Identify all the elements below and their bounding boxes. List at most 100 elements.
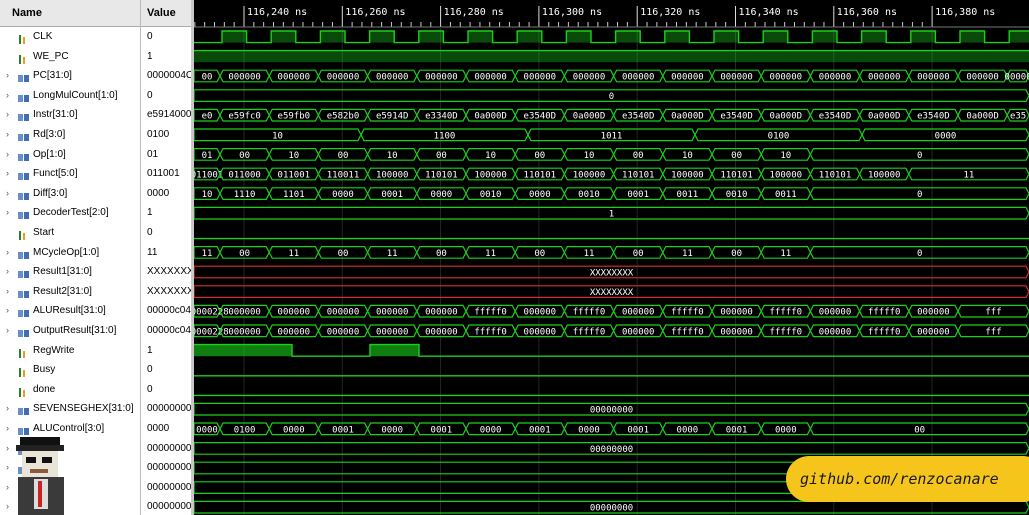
- signal-row[interactable]: › Rd[3:0]: [0, 125, 140, 144]
- signal-row[interactable]: › Op[1:0]: [0, 145, 140, 164]
- signal-row[interactable]: CLK: [0, 27, 140, 46]
- signal-name: OutputResult[31:0]: [33, 325, 117, 336]
- bus-segment-label: 10: [780, 151, 791, 161]
- expand-caret-icon[interactable]: ›: [6, 262, 14, 281]
- signal-row[interactable]: Start: [0, 223, 140, 242]
- bus-segment-label: fffff0: [868, 308, 901, 318]
- signal-row[interactable]: RegWrite: [0, 341, 140, 360]
- expand-caret-icon[interactable]: ›: [6, 164, 14, 183]
- signal-row[interactable]: Busy: [0, 360, 140, 379]
- signal-row[interactable]: › Funct[5:0]: [0, 164, 140, 183]
- signal-value-row: 00000000: [141, 478, 191, 497]
- bus-segment-label: 110101: [622, 171, 655, 181]
- expand-caret-icon[interactable]: ›: [6, 203, 14, 222]
- expand-caret-icon[interactable]: ›: [6, 184, 14, 203]
- bus-segment-label: 000000: [622, 308, 655, 318]
- signal-value: 0100: [147, 129, 170, 140]
- signal-row[interactable]: › MCycleOp[1:0]: [0, 243, 140, 262]
- signal-row[interactable]: › SEVENSEGHEX[31:0]: [0, 399, 140, 418]
- bus-segment-label: 000000: [327, 308, 360, 318]
- signal-value-row: 1: [141, 47, 191, 66]
- bus-segment-label: 000000: [327, 73, 360, 83]
- signal-row[interactable]: done: [0, 380, 140, 399]
- bus-segment-label: 000000: [278, 73, 311, 83]
- timeline-tick-label: 116,240 ns: [247, 7, 307, 18]
- signal-row[interactable]: WE_PC: [0, 47, 140, 66]
- signal-name: ALUResult[31:0]: [33, 305, 106, 317]
- bus-segment-label: e3540D: [917, 112, 950, 122]
- clock-high-fill: [468, 31, 493, 43]
- signal-name: Diff[3:0]: [33, 187, 68, 199]
- bus-segment-label: 11: [682, 249, 693, 259]
- bus-segment-label: 0001: [431, 425, 453, 435]
- signal-row[interactable]: › ALUResult[31:0]: [0, 301, 140, 320]
- signal-row[interactable]: › Result1[31:0]: [0, 262, 140, 281]
- signal-name: RegWrite: [33, 344, 75, 356]
- bus-segment-label: 100000: [770, 171, 803, 181]
- signal-value: 0000: [147, 187, 170, 199]
- bus-segment-label: 11: [963, 171, 974, 181]
- bit-waveform: [194, 30, 1029, 44]
- expand-caret-icon[interactable]: ›: [6, 243, 14, 262]
- signal-row[interactable]: › Result2[31:0]: [0, 282, 140, 301]
- signal-value: 0: [147, 227, 153, 238]
- github-badge[interactable]: github.com/renzocanare: [786, 456, 1029, 502]
- value-column-header[interactable]: Value: [141, 0, 191, 27]
- bus-segment-label: 110011: [327, 171, 360, 181]
- signal-name: ALUControl[3:0]: [33, 423, 105, 434]
- signal-row[interactable]: › LongMulCount[1:0]: [0, 86, 140, 105]
- signal-row[interactable]: › PC[31:0]: [0, 66, 140, 85]
- bus-icon: [18, 71, 29, 83]
- expand-caret-icon[interactable]: ›: [6, 86, 14, 105]
- signal-value: XXXXXXXX: [147, 266, 191, 278]
- waveform-canvas[interactable]: 116,240 ns 116,260 ns 116,280 ns 116,300 ns…: [194, 0, 1029, 515]
- name-column-header[interactable]: Name: [0, 0, 140, 27]
- expand-caret-icon[interactable]: ›: [6, 399, 14, 418]
- bus-segment-label: XXXXXXXX: [590, 269, 634, 279]
- signal-value: 0: [147, 364, 153, 376]
- signal-row[interactable]: › Instr[31:0]: [0, 105, 140, 124]
- signal-row[interactable]: › OutputResult[31:0]: [0, 321, 140, 340]
- expand-caret-icon[interactable]: ›: [6, 66, 14, 85]
- clock-high-fill: [960, 31, 985, 43]
- bus-segment-label: 00000000: [590, 406, 633, 416]
- signal-value: e5914000: [147, 109, 191, 121]
- bus-segment-label: 00: [633, 151, 644, 161]
- bus-segment-label: 0000: [196, 425, 218, 435]
- signal-row[interactable]: › ALUControl[3:0]: [0, 419, 140, 438]
- bus-segment-label: fffff0: [671, 327, 704, 337]
- expand-caret-icon[interactable]: ›: [6, 419, 14, 438]
- bus-segment-label: 10: [288, 151, 299, 161]
- expand-caret-icon[interactable]: ›: [6, 105, 14, 124]
- signal-value: 00000000: [147, 442, 191, 454]
- signal-value: 00000000: [147, 462, 191, 474]
- bus-segment-label: 00: [731, 249, 742, 259]
- bus-segment-label: 0000: [332, 190, 354, 200]
- clock-high-fill: [418, 31, 444, 43]
- expand-caret-icon[interactable]: ›: [6, 282, 14, 301]
- expand-caret-icon[interactable]: ›: [6, 125, 14, 144]
- bit-icon: [18, 365, 28, 378]
- bus-segment-label: fffff0: [671, 308, 704, 318]
- signal-value: 00000000: [147, 501, 191, 513]
- bus-segment-label: 0000: [578, 425, 600, 435]
- expand-caret-icon[interactable]: ›: [6, 321, 14, 340]
- bus-segment-label: 0001: [529, 425, 551, 435]
- bit-waveform: [194, 343, 1029, 357]
- clock-high-fill: [664, 31, 690, 43]
- expand-caret-icon[interactable]: ›: [6, 145, 14, 164]
- signal-row[interactable]: › DecoderTest[2:0]: [0, 203, 140, 222]
- signal-value-row: 0000004C: [141, 66, 191, 85]
- bus-icon: [18, 306, 29, 318]
- signal-value-panel: Value 0 1 0000004C 0 e5914000 0100 01 011001 000…: [141, 0, 194, 515]
- timeline-tick-label: 116,340 ns: [739, 7, 799, 18]
- signal-row[interactable]: › Diff[3:0]: [0, 184, 140, 203]
- bus-segment-label: 0010: [480, 190, 502, 200]
- waveform-panel[interactable]: 116,240 ns 116,260 ns 116,280 ns 116,300 ns…: [194, 0, 1029, 515]
- bus-segment-label: 0a000D: [474, 112, 507, 122]
- signal-high-fill: [194, 50, 1029, 63]
- bus-segment-label: 011001: [278, 171, 311, 181]
- expand-caret-icon[interactable]: ›: [6, 301, 14, 320]
- signal-value-row: 0: [141, 380, 191, 399]
- bus-segment-label: e3540D: [524, 112, 557, 122]
